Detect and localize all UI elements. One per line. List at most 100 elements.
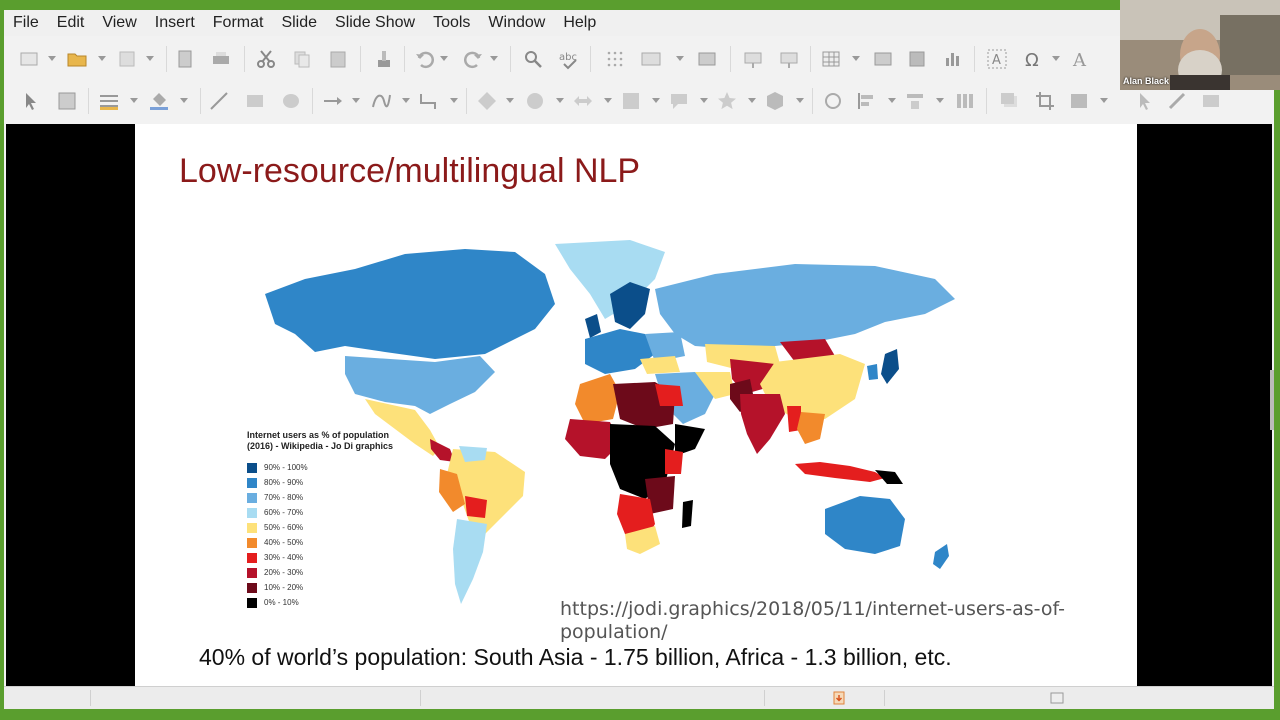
cut-icon[interactable] <box>255 48 277 70</box>
chevron-down-icon[interactable] <box>748 98 756 103</box>
display-views-icon[interactable] <box>640 48 662 70</box>
chevron-down-icon[interactable] <box>48 56 56 61</box>
undo-icon[interactable] <box>414 48 436 70</box>
document-modified-icon[interactable] <box>832 691 846 705</box>
menu-format[interactable]: Format <box>204 10 273 36</box>
align-icon[interactable] <box>856 90 878 112</box>
chevron-down-icon[interactable] <box>604 98 612 103</box>
menu-slide[interactable]: Slide <box>272 10 326 36</box>
chevron-down-icon[interactable] <box>852 56 860 61</box>
fill-color-icon[interactable] <box>148 90 170 112</box>
slide-caption[interactable]: 40% of world’s population: South Asia - … <box>199 644 952 671</box>
arrange-icon[interactable] <box>904 90 926 112</box>
special-character-icon[interactable]: Ω <box>1022 48 1044 70</box>
crop-icon[interactable] <box>1034 90 1056 112</box>
chevron-down-icon[interactable] <box>652 98 660 103</box>
chevron-down-icon[interactable] <box>700 98 708 103</box>
chevron-down-icon[interactable] <box>440 56 448 61</box>
start-from-current-icon[interactable] <box>778 48 800 70</box>
slide-canvas[interactable]: Low-resource/multilingual NLP Internet u… <box>135 124 1137 686</box>
image-map-icon[interactable] <box>1200 90 1222 112</box>
standard-toolbar: abc A Ω A <box>4 38 1274 80</box>
map-greenland <box>555 240 665 319</box>
chevron-down-icon[interactable] <box>130 98 138 103</box>
chevron-down-icon[interactable] <box>1100 98 1108 103</box>
menu-insert[interactable]: Insert <box>146 10 204 36</box>
status-divider <box>420 690 421 706</box>
filter-icon[interactable] <box>1068 90 1090 112</box>
vertical-scrollbar[interactable] <box>1270 370 1274 430</box>
chevron-down-icon[interactable] <box>936 98 944 103</box>
arrow-icon[interactable] <box>322 90 344 112</box>
line-style-icon[interactable] <box>98 90 120 112</box>
grid-icon[interactable] <box>604 48 626 70</box>
toolbar-separator <box>974 46 975 72</box>
fit-slide-icon[interactable] <box>1050 691 1064 705</box>
flowchart-icon[interactable] <box>620 90 642 112</box>
chart-icon[interactable] <box>942 48 964 70</box>
chevron-down-icon[interactable] <box>796 98 804 103</box>
clone-format-icon[interactable] <box>373 48 395 70</box>
media-icon[interactable] <box>906 48 928 70</box>
source-url-text[interactable]: https://jodi.graphics/2018/05/11/interne… <box>560 598 1120 644</box>
line-icon[interactable] <box>208 90 230 112</box>
open-folder-icon[interactable] <box>66 48 88 70</box>
image-icon[interactable] <box>872 48 894 70</box>
menu-help[interactable]: Help <box>554 10 605 36</box>
legend-item: 60% - 70% <box>247 505 397 520</box>
status-divider <box>90 690 91 706</box>
chevron-down-icon[interactable] <box>1052 56 1060 61</box>
transformations-icon[interactable] <box>1134 90 1156 112</box>
table-icon[interactable] <box>820 48 842 70</box>
spellcheck-icon[interactable]: abc <box>558 48 580 70</box>
menu-slide-show[interactable]: Slide Show <box>326 10 424 36</box>
start-slideshow-icon[interactable] <box>742 48 764 70</box>
menu-edit[interactable]: Edit <box>48 10 94 36</box>
chevron-down-icon[interactable] <box>146 56 154 61</box>
curve-icon[interactable] <box>370 90 392 112</box>
find-replace-icon[interactable] <box>522 48 544 70</box>
chevron-down-icon[interactable] <box>506 98 514 103</box>
rectangle-icon[interactable] <box>244 90 266 112</box>
master-slide-icon[interactable] <box>696 48 718 70</box>
rotate-icon[interactable] <box>822 90 844 112</box>
basic-shapes-icon[interactable] <box>476 90 498 112</box>
distribute-icon[interactable] <box>954 90 976 112</box>
chevron-down-icon[interactable] <box>98 56 106 61</box>
menu-tools[interactable]: Tools <box>424 10 479 36</box>
new-slide-icon[interactable] <box>18 48 40 70</box>
export-pdf-icon[interactable] <box>174 48 196 70</box>
3d-object-icon[interactable] <box>764 90 786 112</box>
chevron-down-icon[interactable] <box>402 98 410 103</box>
symbol-shapes-icon[interactable] <box>524 90 546 112</box>
shadow-icon[interactable] <box>998 90 1020 112</box>
fontwork-icon[interactable]: A <box>1070 48 1092 70</box>
chevron-down-icon[interactable] <box>352 98 360 103</box>
select-icon[interactable] <box>20 90 42 112</box>
zoom-icon[interactable] <box>56 90 78 112</box>
glue-points-icon[interactable] <box>1166 90 1188 112</box>
connector-icon[interactable] <box>418 90 440 112</box>
chevron-down-icon[interactable] <box>180 98 188 103</box>
chevron-down-icon[interactable] <box>556 98 564 103</box>
paste-icon[interactable] <box>327 48 349 70</box>
copy-icon[interactable] <box>291 48 313 70</box>
block-arrows-icon[interactable] <box>572 90 594 112</box>
menu-view[interactable]: View <box>93 10 145 36</box>
chevron-down-icon[interactable] <box>676 56 684 61</box>
slide-title[interactable]: Low-resource/multilingual NLP <box>179 152 640 191</box>
chevron-down-icon[interactable] <box>450 98 458 103</box>
menu-file[interactable]: File <box>4 10 48 36</box>
print-icon[interactable] <box>210 48 232 70</box>
ellipse-icon[interactable] <box>280 90 302 112</box>
map-southern-cone <box>453 519 487 604</box>
stars-icon[interactable] <box>716 90 738 112</box>
redo-icon[interactable] <box>462 48 484 70</box>
menu-window[interactable]: Window <box>479 10 554 36</box>
chevron-down-icon[interactable] <box>888 98 896 103</box>
save-icon[interactable] <box>116 48 138 70</box>
legend-swatch <box>247 492 257 503</box>
text-box-icon[interactable]: A <box>986 48 1008 70</box>
callout-icon[interactable] <box>668 90 690 112</box>
chevron-down-icon[interactable] <box>490 56 498 61</box>
